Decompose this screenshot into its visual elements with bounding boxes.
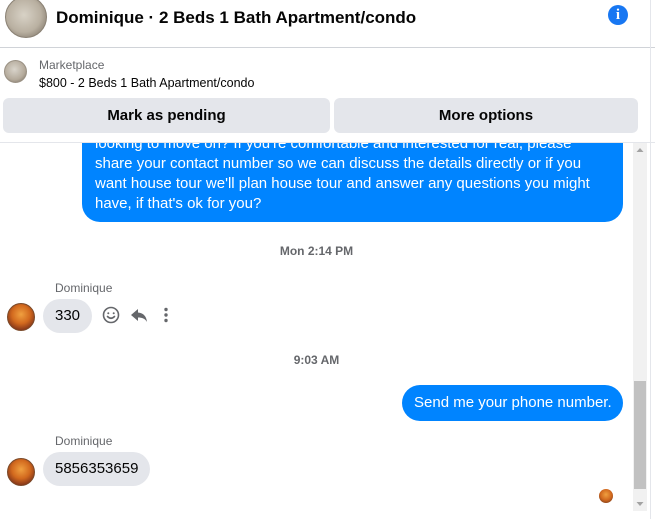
message-timestamp: 9:03 AM — [293, 353, 340, 367]
more-options-button[interactable]: More options — [334, 98, 638, 133]
scroll-down-arrow-icon[interactable] — [633, 497, 647, 511]
more-vertical-icon[interactable] — [156, 305, 176, 325]
message-list[interactable]: looking to move on? If you're comfortabl… — [0, 143, 633, 519]
sender-avatar[interactable] — [7, 303, 35, 331]
chat-title[interactable]: Dominique · 2 Beds 1 Bath Apartment/cond… — [56, 8, 416, 28]
panel-border — [650, 0, 651, 519]
react-emoji-icon[interactable] — [101, 305, 121, 325]
sender-name: Dominique — [55, 281, 113, 295]
outgoing-message[interactable]: looking to move on? If you're comfortabl… — [82, 143, 623, 222]
scrollbar[interactable] — [633, 143, 647, 511]
chat-header: Dominique · 2 Beds 1 Bath Apartment/cond… — [0, 0, 655, 48]
avatar[interactable] — [5, 0, 47, 38]
sender-name: Dominique — [55, 434, 113, 448]
incoming-message[interactable]: 330 — [43, 299, 93, 333]
read-receipt-avatar — [599, 489, 613, 503]
outgoing-message[interactable]: Send me your phone number. — [402, 385, 623, 421]
reply-icon[interactable] — [129, 305, 149, 325]
listing-banner: Marketplace $800 - 2 Beds 1 Bath Apartme… — [0, 48, 655, 143]
scroll-up-arrow-icon[interactable] — [633, 143, 647, 157]
sender-avatar[interactable] — [7, 458, 35, 486]
mark-as-pending-button[interactable]: Mark as pending — [3, 98, 330, 133]
info-icon[interactable]: i — [608, 5, 628, 25]
incoming-message[interactable]: 5856353659 — [43, 452, 151, 486]
message-timestamp: Mon 2:14 PM — [279, 244, 354, 258]
listing-title[interactable]: $800 - 2 Beds 1 Bath Apartment/condo — [39, 76, 254, 90]
scrollbar-thumb[interactable] — [634, 381, 646, 489]
listing-thumbnail[interactable] — [4, 60, 27, 83]
listing-source: Marketplace — [39, 58, 105, 72]
